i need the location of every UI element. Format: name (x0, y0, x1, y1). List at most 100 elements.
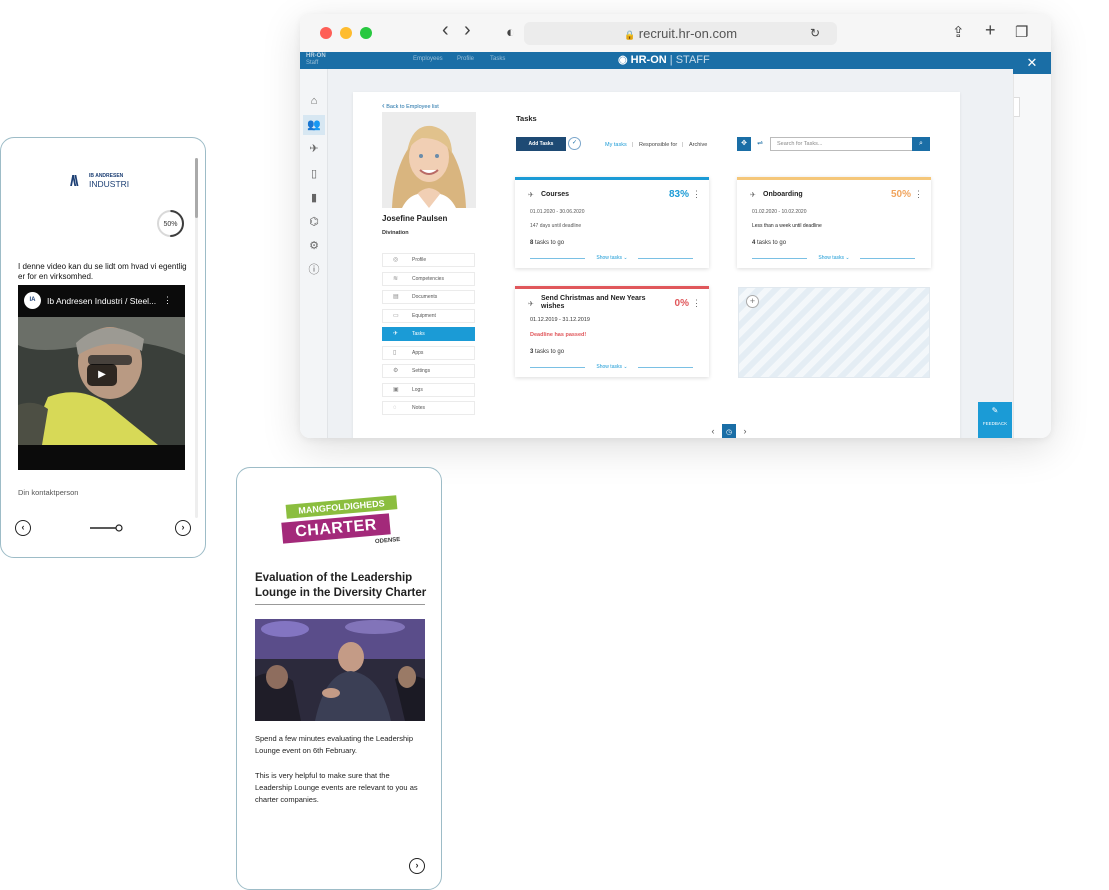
nav-tasks[interactable]: Tasks (490, 56, 505, 62)
profile-menu-label: Profile (412, 257, 427, 263)
tasks-icon: ✈ (393, 331, 399, 337)
more-options-icon[interactable]: ⋮ (163, 295, 172, 306)
panel-close-button[interactable]: ✕ (1013, 52, 1051, 74)
scrollbar-thumb[interactable] (195, 158, 198, 218)
page-title: Evaluation of the Leadership Lounge in t… (255, 572, 427, 599)
profile-menu-logs[interactable]: ▣ Logs (382, 382, 475, 397)
browser-window: ‹ › ◐ 🔒 recruit.hr-on.com ↻ ⇪ + ❐ HR-ON … (300, 14, 1051, 438)
task-deadline-status: 147 days until deadline (530, 223, 582, 229)
nav-profile[interactable]: Profile (457, 56, 474, 62)
add-tasks-button[interactable]: Add Tasks (516, 137, 566, 151)
address-bar[interactable]: 🔒 recruit.hr-on.com (524, 22, 837, 45)
divider (638, 367, 693, 368)
profile-menu-equipment[interactable]: ▭ Equipment (382, 308, 475, 323)
profile-menu-tasks[interactable]: ✈ Tasks (382, 327, 475, 341)
profile-menu-settings[interactable]: ⚙ Settings (382, 364, 475, 378)
rocket-icon[interactable]: ✈ (303, 139, 325, 159)
contact-person-label: Din kontaktperson (18, 488, 79, 497)
brand-mark-icon: ◉ (618, 54, 628, 66)
filter-separator: | (632, 142, 634, 148)
profile-menu-apps[interactable]: ▯ Apps (382, 345, 475, 360)
detail-paragraph: This is very helpful to make sure that t… (255, 771, 418, 804)
filter-button[interactable]: ⇌ (753, 137, 767, 151)
settings-icon[interactable]: ⚙ (303, 236, 325, 256)
task-card-onboarding[interactable]: ✈ Onboarding 50% ⋮ 01.02.2020 - 10.02.2020 Le… (737, 177, 931, 268)
phone-icon[interactable]: ▯ (303, 164, 325, 184)
back-nav-button[interactable]: ‹ (442, 20, 449, 40)
brand-suffix: STAFF (675, 54, 710, 66)
tasks-to-go: 4 tasks to go (752, 240, 787, 246)
task-deadline-status: Less than a week until deadline (752, 223, 822, 229)
profile-menu-label: Logs (412, 386, 423, 393)
tasks-heading: Tasks (516, 114, 537, 123)
battery-icon[interactable]: ▮ (303, 188, 325, 208)
plus-icon: + (746, 295, 759, 308)
search-input[interactable]: Search for Tasks... (770, 137, 914, 151)
previous-button[interactable]: ‹ (15, 520, 31, 536)
add-task-card[interactable]: + (738, 287, 930, 378)
forward-nav-button[interactable]: › (464, 20, 471, 40)
filter-my-tasks[interactable]: My tasks (605, 142, 627, 148)
task-name: Onboarding (763, 191, 803, 198)
share-icon[interactable]: ⇪ (952, 23, 965, 43)
new-tab-icon[interactable]: + (985, 20, 996, 40)
employee-name: Josefine Paulsen (382, 214, 448, 223)
video-title[interactable]: Ib Andresen Industri / Steel... (47, 296, 156, 306)
employee-company: Divination (382, 230, 409, 236)
minimize-window-button[interactable] (340, 27, 352, 39)
sidebar-icon[interactable]: ◐ (506, 23, 515, 43)
task-card-courses[interactable]: ✈ Courses 83% ⋮ 01.01.2020 - 30.06.2020 147 d… (515, 177, 709, 268)
profile-icon: ◎ (393, 257, 399, 263)
reload-icon[interactable]: ↻ (810, 23, 820, 43)
more-options-icon[interactable]: ⋮ (692, 298, 701, 309)
divider (860, 258, 915, 259)
back-to-list-link[interactable]: ‹ Back to Employee list (382, 101, 439, 110)
search-button[interactable]: ⌕ (912, 137, 930, 151)
filter-responsible-for[interactable]: Responsible for (639, 142, 677, 148)
employee-photo (382, 112, 476, 208)
play-button[interactable]: ▶ (87, 364, 117, 386)
chevron-down-icon: ⌄ (623, 255, 628, 261)
url-text: recruit.hr-on.com (638, 26, 738, 41)
close-window-button[interactable] (320, 27, 332, 39)
nav-employees[interactable]: Employees (413, 56, 443, 62)
equipment-icon: ▭ (393, 312, 399, 319)
next-button[interactable]: › (409, 858, 425, 874)
task-dates: 01.12.2019 - 31.12.2019 (530, 317, 590, 323)
brand-name: HR-ON (630, 54, 667, 66)
info-icon[interactable]: ⓘ (303, 260, 325, 280)
channel-avatar[interactable]: IA (24, 292, 41, 309)
progress-ring: 50% (157, 210, 184, 237)
app-name: HR-ON (306, 53, 326, 59)
pencil-icon: ✎ (991, 406, 999, 415)
notes-icon: ◌ (393, 405, 397, 411)
collapsed-panel-tab[interactable] (1014, 97, 1020, 117)
profile-menu-profile[interactable]: ◎ Profile (382, 253, 475, 267)
next-button[interactable]: › (175, 520, 191, 536)
education-icon[interactable]: ⌬ (303, 212, 325, 232)
rocket-icon: ✈ (528, 301, 534, 308)
video-player[interactable]: IA Ib Andresen Industri / Steel... ⋮ ▶ (18, 285, 185, 470)
logo-mark-icon: /\\ (70, 173, 78, 190)
zoom-window-button[interactable] (360, 27, 372, 39)
prev-employee-button[interactable]: ‹ (706, 424, 720, 438)
task-card-send[interactable]: ✈ Send Christmas and New Years wishes 0% ⋮ 0… (515, 286, 709, 377)
users-icon[interactable]: 👥 (303, 115, 325, 135)
check-icon: ✓ (571, 140, 578, 146)
grid-view-button[interactable]: ✥ (737, 137, 751, 151)
profile-menu-documents[interactable]: ▤ Documents (382, 290, 475, 304)
tabs-overview-icon[interactable]: ❐ (1015, 23, 1028, 43)
complete-toggle-button[interactable]: ✓ (568, 137, 581, 150)
more-options-icon[interactable]: ⋮ (692, 189, 701, 200)
more-options-icon[interactable]: ⋮ (914, 189, 923, 200)
chevron-right-icon: › (181, 522, 185, 532)
next-employee-button[interactable]: › (738, 424, 752, 438)
apps-icon: ▯ (393, 349, 397, 356)
profile-menu-notes[interactable]: ◌ Notes (382, 401, 475, 415)
profile-menu-competencies[interactable]: ≋ Competencies (382, 271, 475, 286)
home-icon[interactable]: ⌂ (303, 91, 325, 111)
rocket-icon: ✈ (750, 192, 756, 199)
feedback-button[interactable]: ✎ FEEDBACK (978, 402, 1012, 438)
filter-archive[interactable]: Archive (689, 142, 707, 148)
employee-switch-button[interactable]: ◷ (722, 424, 736, 438)
